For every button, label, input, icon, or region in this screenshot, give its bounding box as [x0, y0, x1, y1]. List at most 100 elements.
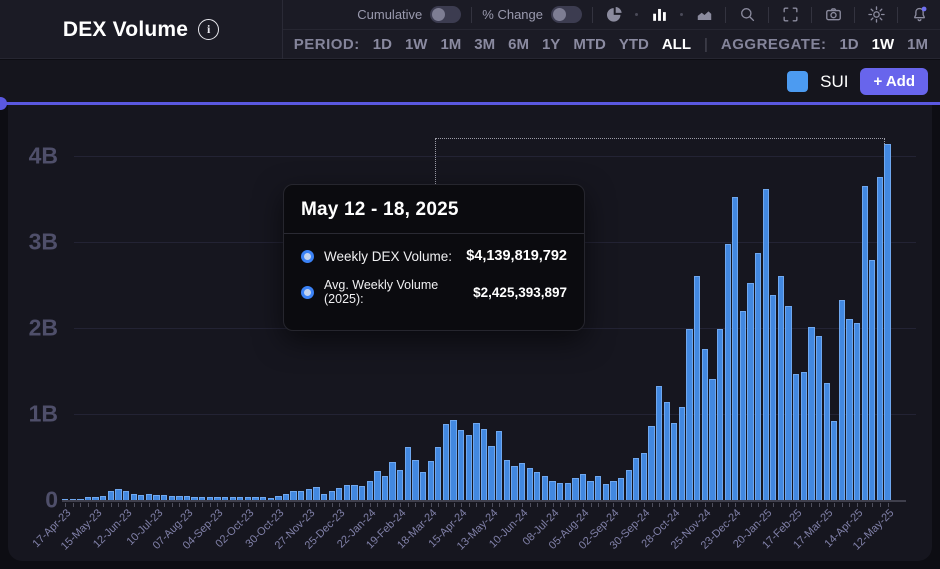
bar[interactable]	[816, 336, 822, 500]
bar[interactable]	[359, 486, 365, 500]
bar[interactable]	[275, 496, 281, 500]
bar[interactable]	[565, 483, 571, 500]
bar[interactable]	[763, 189, 769, 500]
bar[interactable]	[504, 460, 510, 500]
bar[interactable]	[839, 300, 845, 500]
bar[interactable]	[435, 447, 441, 500]
bar[interactable]	[191, 497, 197, 500]
bar[interactable]	[557, 483, 563, 500]
bar[interactable]	[123, 491, 129, 500]
bar[interactable]	[199, 497, 205, 500]
bar[interactable]	[351, 485, 357, 500]
bar[interactable]	[367, 481, 373, 500]
bar[interactable]	[450, 420, 456, 500]
bar[interactable]	[344, 485, 350, 500]
bar[interactable]	[626, 470, 632, 500]
bar[interactable]	[877, 177, 883, 500]
bar[interactable]	[70, 499, 76, 500]
bar[interactable]	[884, 144, 890, 500]
bar[interactable]	[785, 306, 791, 500]
bar[interactable]	[610, 481, 616, 500]
bar[interactable]	[62, 499, 68, 500]
bar[interactable]	[290, 491, 296, 500]
bar[interactable]	[214, 497, 220, 500]
bar[interactable]	[580, 474, 586, 500]
bar[interactable]	[572, 478, 578, 500]
bar[interactable]	[595, 476, 601, 500]
bar[interactable]	[679, 407, 685, 500]
bar[interactable]	[77, 499, 83, 500]
bar[interactable]	[161, 495, 167, 500]
bar[interactable]	[534, 472, 540, 500]
bar[interactable]	[549, 481, 555, 500]
bar[interactable]	[709, 379, 715, 500]
bar[interactable]	[389, 462, 395, 500]
bar[interactable]	[519, 463, 525, 500]
bar[interactable]	[237, 497, 243, 500]
bar[interactable]	[313, 487, 319, 500]
bar[interactable]	[405, 447, 411, 500]
bar[interactable]	[641, 453, 647, 500]
bar[interactable]	[618, 478, 624, 500]
bar[interactable]	[717, 329, 723, 500]
bar[interactable]	[793, 374, 799, 500]
bar[interactable]	[306, 489, 312, 500]
bar[interactable]	[755, 253, 761, 500]
bar[interactable]	[245, 497, 251, 500]
bar[interactable]	[382, 476, 388, 500]
bar[interactable]	[747, 283, 753, 500]
bar[interactable]	[671, 423, 677, 500]
bar[interactable]	[542, 476, 548, 500]
bar[interactable]	[527, 468, 533, 500]
bar[interactable]	[153, 495, 159, 500]
bar[interactable]	[321, 494, 327, 500]
bar[interactable]	[633, 458, 639, 500]
bar[interactable]	[466, 435, 472, 500]
bar[interactable]	[808, 327, 814, 500]
bar[interactable]	[664, 402, 670, 500]
bar[interactable]	[481, 429, 487, 500]
bar[interactable]	[176, 496, 182, 500]
bar[interactable]	[412, 460, 418, 500]
bar[interactable]	[603, 484, 609, 500]
bar[interactable]	[862, 186, 868, 500]
bar[interactable]	[443, 424, 449, 500]
bar[interactable]	[108, 491, 114, 500]
bar[interactable]	[831, 421, 837, 500]
bar[interactable]	[587, 481, 593, 500]
bar[interactable]	[725, 244, 731, 500]
bar[interactable]	[656, 386, 662, 500]
bar[interactable]	[100, 496, 106, 500]
bar[interactable]	[131, 494, 137, 500]
bar[interactable]	[824, 383, 830, 500]
bar[interactable]	[92, 497, 98, 500]
bar[interactable]	[115, 489, 121, 500]
bar[interactable]	[298, 491, 304, 500]
bar[interactable]	[252, 497, 258, 500]
bar[interactable]	[230, 497, 236, 500]
bar[interactable]	[428, 461, 434, 500]
bar[interactable]	[329, 491, 335, 500]
bar[interactable]	[207, 497, 213, 500]
bar[interactable]	[458, 430, 464, 500]
bar[interactable]	[846, 319, 852, 500]
bar[interactable]	[732, 197, 738, 500]
bar[interactable]	[496, 431, 502, 500]
bar[interactable]	[778, 276, 784, 500]
bar[interactable]	[268, 498, 274, 500]
bar[interactable]	[397, 470, 403, 500]
bar[interactable]	[770, 295, 776, 500]
bar[interactable]	[801, 372, 807, 500]
bar[interactable]	[184, 496, 190, 500]
bar[interactable]	[869, 260, 875, 500]
bar[interactable]	[854, 323, 860, 500]
bar[interactable]	[648, 426, 654, 500]
bar[interactable]	[686, 329, 692, 500]
bar[interactable]	[420, 472, 426, 500]
bar[interactable]	[374, 471, 380, 500]
bar[interactable]	[702, 349, 708, 500]
bar[interactable]	[260, 497, 266, 500]
bar[interactable]	[740, 311, 746, 500]
bar[interactable]	[85, 497, 91, 500]
bar[interactable]	[694, 276, 700, 500]
